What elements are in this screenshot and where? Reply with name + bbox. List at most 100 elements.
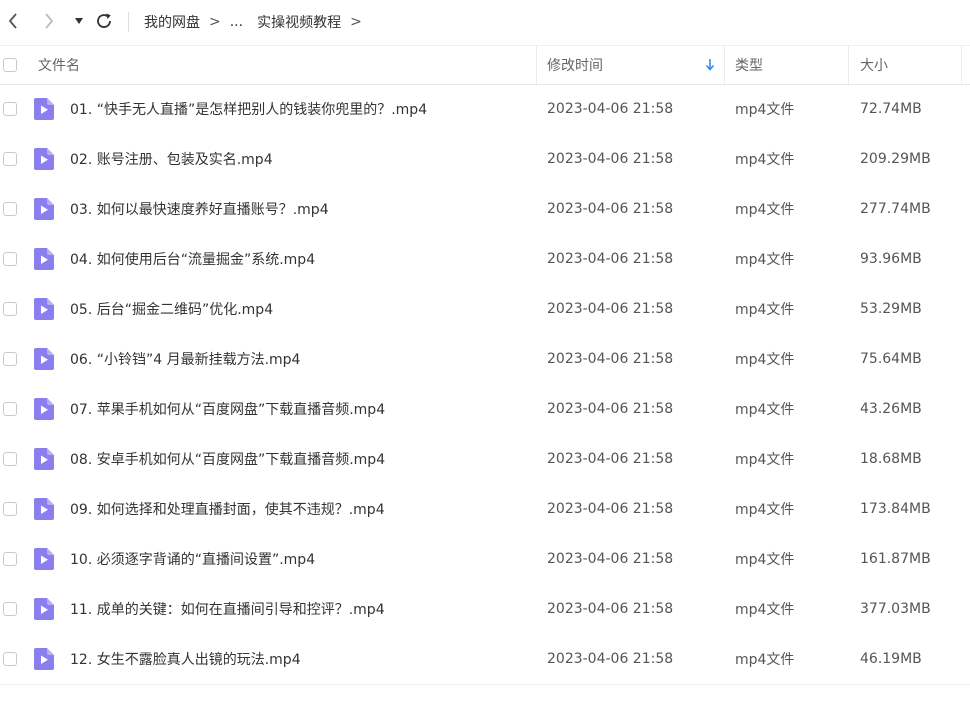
file-type: mp4文件 bbox=[735, 302, 795, 318]
file-list-header: 文件名 修改时间 类型 大小 bbox=[0, 45, 970, 85]
file-name[interactable]: 05. 后台“掘金二维码”优化.mp4 bbox=[70, 284, 273, 334]
file-size: 377.03MB bbox=[860, 601, 931, 617]
file-name[interactable]: 04. 如何使用后台“流量掘金”系统.mp4 bbox=[70, 234, 315, 284]
file-type: mp4文件 bbox=[735, 602, 795, 618]
file-size: 72.74MB bbox=[860, 101, 922, 117]
file-row[interactable]: 08. 安卓手机如何从“百度网盘”下载直播音频.mp4 2023-04-06 21… bbox=[0, 434, 970, 484]
file-row[interactable]: 12. 女生不露脸真人出镜的玩法.mp4 2023-04-06 21:58 mp4文… bbox=[0, 634, 970, 684]
file-name[interactable]: 02. 账号注册、包装及实名.mp4 bbox=[70, 134, 273, 184]
file-size: 173.84MB bbox=[860, 501, 931, 517]
file-modified-time: 2023-04-06 21:58 bbox=[547, 301, 674, 317]
video-file-icon bbox=[34, 548, 54, 570]
history-dropdown-button[interactable] bbox=[72, 14, 86, 28]
file-size: 53.29MB bbox=[860, 301, 922, 317]
refresh-icon bbox=[97, 13, 111, 28]
column-header-modified[interactable]: 修改时间 bbox=[547, 46, 603, 84]
video-file-icon bbox=[34, 198, 54, 220]
file-size: 46.19MB bbox=[860, 651, 922, 667]
file-row[interactable]: 01. “快手无人直播”是怎样把别人的钱装你兜里的？.mp4 2023-04-06… bbox=[0, 84, 970, 134]
file-modified-time: 2023-04-06 21:58 bbox=[547, 651, 674, 667]
file-type: mp4文件 bbox=[735, 552, 795, 568]
breadcrumb-item-current[interactable]: 实操视频教程 bbox=[257, 12, 341, 32]
file-type: mp4文件 bbox=[735, 252, 795, 268]
video-file-icon bbox=[34, 648, 54, 670]
file-row[interactable]: 09. 如何选择和处理直播封面，使其不违规？.mp4 2023-04-06 21:… bbox=[0, 484, 970, 534]
file-type: mp4文件 bbox=[735, 402, 795, 418]
row-checkbox[interactable] bbox=[3, 452, 17, 466]
file-row[interactable]: 07. 苹果手机如何从“百度网盘”下载直播音频.mp4 2023-04-06 21… bbox=[0, 384, 970, 434]
file-type: mp4文件 bbox=[735, 452, 795, 468]
toolbar: 我的网盘 > ... 实操视频教程 > bbox=[0, 0, 970, 44]
column-divider[interactable] bbox=[961, 46, 962, 84]
row-checkbox[interactable] bbox=[3, 252, 17, 266]
row-checkbox[interactable] bbox=[3, 602, 17, 616]
row-checkbox[interactable] bbox=[3, 652, 17, 666]
file-modified-time: 2023-04-06 21:58 bbox=[547, 251, 674, 267]
file-row[interactable]: 04. 如何使用后台“流量掘金”系统.mp4 2023-04-06 21:58 mp… bbox=[0, 234, 970, 284]
file-row[interactable]: 06. “小铃铛”4 月最新挂载方法.mp4 2023-04-06 21:58 mp… bbox=[0, 334, 970, 384]
row-checkbox[interactable] bbox=[3, 202, 17, 216]
file-type: mp4文件 bbox=[735, 152, 795, 168]
file-modified-time: 2023-04-06 21:58 bbox=[547, 101, 674, 117]
row-checkbox[interactable] bbox=[3, 302, 17, 316]
file-name[interactable]: 07. 苹果手机如何从“百度网盘”下载直播音频.mp4 bbox=[70, 384, 385, 434]
file-name[interactable]: 11. 成单的关键：如何在直播间引导和控评？.mp4 bbox=[70, 584, 385, 634]
chevron-right-icon bbox=[45, 13, 54, 29]
caret-down-icon bbox=[75, 18, 83, 24]
column-divider[interactable] bbox=[848, 46, 849, 84]
file-modified-time: 2023-04-06 21:58 bbox=[547, 501, 674, 517]
file-name[interactable]: 01. “快手无人直播”是怎样把别人的钱装你兜里的？.mp4 bbox=[70, 84, 427, 134]
file-name[interactable]: 12. 女生不露脸真人出镜的玩法.mp4 bbox=[70, 634, 301, 684]
back-button[interactable] bbox=[4, 10, 22, 32]
select-all-checkbox[interactable] bbox=[3, 58, 17, 72]
file-name[interactable]: 09. 如何选择和处理直播封面，使其不违规？.mp4 bbox=[70, 484, 385, 534]
breadcrumb-item-root[interactable]: 我的网盘 bbox=[144, 12, 200, 32]
breadcrumb: 我的网盘 > ... 实操视频教程 > bbox=[144, 0, 371, 44]
file-row[interactable]: 02. 账号注册、包装及实名.mp4 2023-04-06 21:58 mp4文件 2… bbox=[0, 134, 970, 184]
file-size: 18.68MB bbox=[860, 451, 922, 467]
row-checkbox[interactable] bbox=[3, 102, 17, 116]
file-size: 43.26MB bbox=[860, 401, 922, 417]
sort-down-arrow-icon[interactable] bbox=[705, 59, 715, 71]
video-file-icon bbox=[34, 98, 54, 120]
file-row[interactable]: 05. 后台“掘金二维码”优化.mp4 2023-04-06 21:58 mp4文件… bbox=[0, 284, 970, 334]
file-modified-time: 2023-04-06 21:58 bbox=[547, 151, 674, 167]
forward-button[interactable] bbox=[40, 10, 58, 32]
file-name[interactable]: 06. “小铃铛”4 月最新挂载方法.mp4 bbox=[70, 334, 300, 384]
row-checkbox[interactable] bbox=[3, 402, 17, 416]
breadcrumb-separator: > bbox=[350, 14, 362, 30]
breadcrumb-item-ellipsis[interactable]: ... bbox=[230, 14, 243, 30]
file-size: 209.29MB bbox=[860, 151, 931, 167]
column-header-size[interactable]: 大小 bbox=[860, 46, 888, 84]
row-checkbox[interactable] bbox=[3, 502, 17, 516]
file-size: 277.74MB bbox=[860, 201, 931, 217]
file-modified-time: 2023-04-06 21:58 bbox=[547, 451, 674, 467]
column-divider[interactable] bbox=[724, 46, 725, 84]
file-row[interactable]: 11. 成单的关键：如何在直播间引导和控评？.mp4 2023-04-06 21:… bbox=[0, 584, 970, 634]
file-modified-time: 2023-04-06 21:58 bbox=[547, 351, 674, 367]
file-row[interactable]: 10. 必须逐字背诵的“直播间设置”.mp4 2023-04-06 21:58 mp… bbox=[0, 534, 970, 584]
refresh-button[interactable] bbox=[94, 11, 114, 31]
column-divider[interactable] bbox=[536, 46, 537, 84]
file-modified-time: 2023-04-06 21:58 bbox=[547, 551, 674, 567]
video-file-icon bbox=[34, 248, 54, 270]
breadcrumb-separator: > bbox=[209, 14, 221, 30]
file-name[interactable]: 03. 如何以最快速度养好直播账号？.mp4 bbox=[70, 184, 329, 234]
video-file-icon bbox=[34, 448, 54, 470]
file-row[interactable]: 03. 如何以最快速度养好直播账号？.mp4 2023-04-06 21:58 mp… bbox=[0, 184, 970, 234]
video-file-icon bbox=[34, 148, 54, 170]
column-header-name[interactable]: 文件名 bbox=[38, 46, 80, 84]
chevron-left-icon bbox=[8, 13, 17, 29]
file-name[interactable]: 08. 安卓手机如何从“百度网盘”下载直播音频.mp4 bbox=[70, 434, 385, 484]
file-type: mp4文件 bbox=[735, 202, 795, 218]
file-type: mp4文件 bbox=[735, 102, 795, 118]
file-type: mp4文件 bbox=[735, 352, 795, 368]
row-checkbox[interactable] bbox=[3, 152, 17, 166]
video-file-icon bbox=[34, 398, 54, 420]
file-type: mp4文件 bbox=[735, 652, 795, 668]
file-name[interactable]: 10. 必须逐字背诵的“直播间设置”.mp4 bbox=[70, 534, 315, 584]
column-header-type[interactable]: 类型 bbox=[735, 46, 763, 84]
row-checkbox[interactable] bbox=[3, 552, 17, 566]
row-checkbox[interactable] bbox=[3, 352, 17, 366]
video-file-icon bbox=[34, 298, 54, 320]
